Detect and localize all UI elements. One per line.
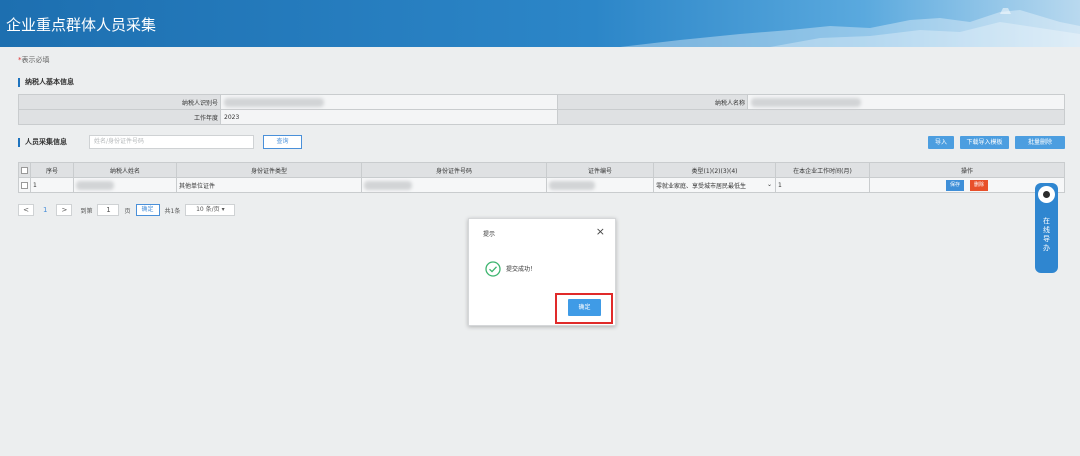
required-note-text: 表示必填 — [21, 56, 50, 64]
page-size-select[interactable]: 10 条/页 ▾ — [185, 204, 236, 216]
page-size-value: 10 条/页 — [196, 206, 220, 213]
column-header: 操作 — [869, 162, 1065, 178]
save-button[interactable]: 保存 — [946, 179, 965, 191]
current-page[interactable]: 1 — [39, 206, 51, 214]
total-count: 共1条 — [164, 207, 181, 215]
row-category-select[interactable]: 零就业家庭、享受城市居民最低生 ⌄ — [653, 177, 776, 193]
table-row: 1 其他单位证件 零就业家庭、享受城市居民最低生 ⌄ 1 保存 删除 — [18, 177, 1065, 193]
great-wall-banner-icon — [620, 8, 1080, 47]
row-id-type-value: 其他单位证件 — [179, 182, 216, 190]
import-button[interactable]: 导入 — [928, 136, 954, 149]
basic-info-table: 纳税人识别号 纳税人名称 工作年度 2023 — [18, 94, 1065, 125]
row-name-cell[interactable] — [73, 177, 177, 193]
batch-delete-button[interactable]: 批量删除 — [1015, 136, 1065, 149]
collection-section-title: 人员采集信息 — [18, 138, 67, 147]
online-guide-widget[interactable]: 在线导办 — [1035, 183, 1058, 273]
assistant-avatar-icon — [1038, 186, 1055, 203]
row-months-input[interactable]: 1 — [775, 177, 870, 193]
row-id-number-cell[interactable] — [361, 177, 547, 193]
info-empty-cell — [557, 109, 1065, 125]
caret-down-icon: ▾ — [221, 206, 225, 213]
row-select-cell — [18, 177, 31, 193]
work-year-value: 2023 — [220, 109, 558, 125]
column-header: 证件编号 — [546, 162, 654, 178]
row-id-type-select[interactable]: 其他单位证件 — [176, 177, 362, 193]
close-icon[interactable]: × — [596, 225, 605, 238]
select-all-cell — [18, 162, 31, 178]
row-checkbox[interactable] — [21, 181, 28, 189]
page-title: 企业重点群体人员采集 — [6, 16, 157, 34]
column-header: 身份证件类型 — [176, 162, 362, 178]
taxpayer-name-value — [747, 94, 1065, 110]
check-circle-icon — [485, 261, 501, 277]
confirm-button[interactable]: 确定 — [568, 299, 601, 316]
page-suffix: 页 — [124, 207, 131, 215]
column-header: 纳税人姓名 — [73, 162, 177, 178]
taxpayer-id-label: 纳税人识别号 — [18, 94, 221, 110]
select-all-checkbox[interactable] — [21, 166, 28, 174]
column-header: 身份证件号码 — [361, 162, 547, 178]
download-template-button[interactable]: 下载导入模板 — [960, 136, 1009, 149]
prev-page-button[interactable]: < — [18, 204, 34, 216]
taxpayer-name-label: 纳税人名称 — [557, 94, 748, 110]
row-category-value: 零就业家庭、享受城市居民最低生 — [656, 182, 747, 190]
chevron-down-icon: ⌄ — [766, 180, 772, 188]
column-header: 在本企业工作时间(月) — [775, 162, 870, 178]
dialog-message: 提交成功！ — [506, 266, 537, 273]
goto-label: 到第 — [80, 207, 93, 215]
success-dialog: 提示 × 提交成功！ 确定 — [468, 218, 616, 326]
next-page-button[interactable]: > — [56, 204, 73, 216]
column-header: 序号 — [30, 162, 74, 178]
goto-confirm-button[interactable]: 确定 — [135, 204, 160, 216]
dialog-title: 提示 — [483, 231, 496, 238]
taxpayer-id-value — [220, 94, 558, 110]
row-index: 1 — [30, 177, 74, 193]
goto-page-input[interactable]: 1 — [97, 204, 120, 216]
collection-table: 序号 纳税人姓名 身份证件类型 身份证件号码 证件编号 类型(1)(2)(3)(… — [18, 162, 1065, 193]
query-button[interactable]: 查询 — [263, 135, 302, 149]
basic-info-section-title: 纳税人基本信息 — [18, 78, 74, 87]
table-header-row: 序号 纳税人姓名 身份证件类型 身份证件号码 证件编号 类型(1)(2)(3)(… — [18, 162, 1065, 178]
delete-button[interactable]: 删除 — [969, 179, 988, 191]
online-guide-label: 在线导办 — [1043, 217, 1050, 252]
work-year-label: 工作年度 — [18, 109, 221, 125]
page-header: 企业重点群体人员采集 — [0, 0, 1080, 47]
pagination: < 1 > 到第 1 页 确定 共1条 10 条/页 ▾ — [18, 203, 236, 217]
required-note: *表示必填 — [18, 55, 50, 65]
column-header: 类型(1)(2)(3)(4) — [653, 162, 776, 178]
search-input[interactable]: 姓名/身份证件号码 — [89, 135, 254, 149]
row-cert-number-cell[interactable] — [546, 177, 654, 193]
